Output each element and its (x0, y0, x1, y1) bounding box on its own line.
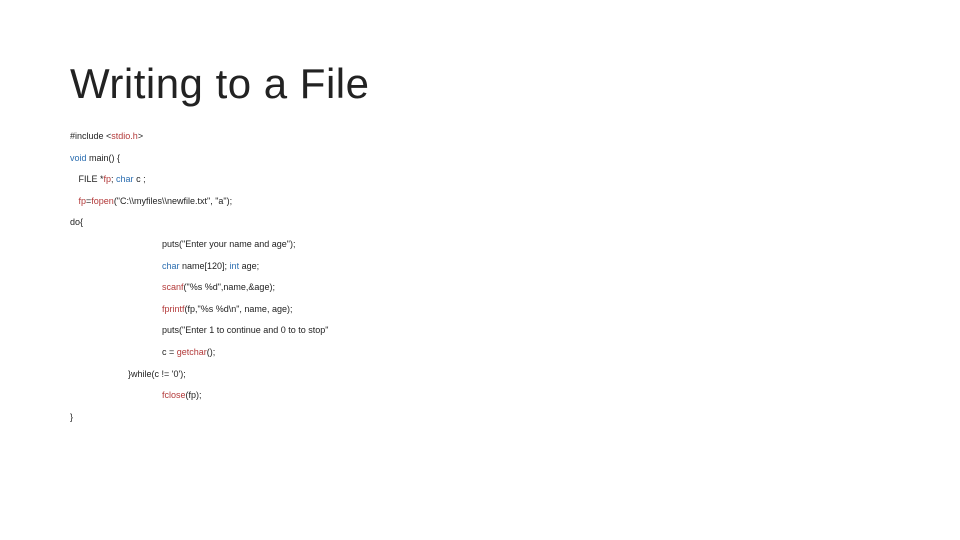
code-text: (); (207, 347, 216, 357)
code-text: FILE * (76, 174, 104, 184)
code-line: FILE *fp; char c ; (70, 173, 890, 186)
code-line: } (70, 411, 890, 424)
keyword: void (70, 153, 87, 163)
code-text: c = (162, 347, 177, 357)
code-line: #include <stdio.h> (70, 130, 890, 143)
code-text: age; (239, 261, 259, 271)
code-line: puts("Enter 1 to continue and 0 to to st… (70, 324, 890, 337)
code-text: name[120]; (180, 261, 230, 271)
code-line: fclose(fp); (70, 389, 890, 402)
code-text: main() { (87, 153, 121, 163)
code-text: #include < (70, 131, 111, 141)
code-line: fprintf(fp,"%s %d\n", name, age); (70, 303, 890, 316)
code-line: fp=fopen("C:\\myfiles\\newfile.txt", "a"… (70, 195, 890, 208)
code-line: do{ (70, 216, 890, 229)
keyword: int (230, 261, 240, 271)
code-text: ("%s %d",name,&age); (184, 282, 275, 292)
keyword: fp (104, 174, 112, 184)
code-text: c ; (134, 174, 146, 184)
keyword: getchar (177, 347, 207, 357)
code-line: puts("Enter your name and age"); (70, 238, 890, 251)
page-title: Writing to a File (70, 60, 890, 108)
keyword: fopen (91, 196, 114, 206)
code-block: #include <stdio.h> void main() { FILE *f… (70, 130, 890, 423)
keyword: scanf (162, 282, 184, 292)
code-line: scanf("%s %d",name,&age); (70, 281, 890, 294)
keyword: fp (76, 196, 86, 206)
code-text: }while(c != '0'); (128, 369, 186, 379)
keyword: stdio.h (111, 131, 138, 141)
code-text: (fp); (186, 390, 202, 400)
code-text: > (138, 131, 143, 141)
code-line: }while(c != '0'); (70, 368, 890, 381)
code-line: char name[120]; int age; (70, 260, 890, 273)
code-text: puts("Enter your name and age"); (162, 239, 295, 249)
code-text: puts("Enter 1 to continue and 0 to to st… (162, 325, 329, 335)
keyword: fclose (162, 390, 186, 400)
keyword: char (116, 174, 134, 184)
code-line: c = getchar(); (70, 346, 890, 359)
code-line: void main() { (70, 152, 890, 165)
code-text: (fp,"%s %d\n", name, age); (185, 304, 293, 314)
code-text: } (70, 412, 73, 422)
keyword: char (162, 261, 180, 271)
code-text: do{ (70, 217, 83, 227)
code-text: ("C:\\myfiles\\newfile.txt", "a"); (114, 196, 232, 206)
keyword: fprintf (162, 304, 185, 314)
